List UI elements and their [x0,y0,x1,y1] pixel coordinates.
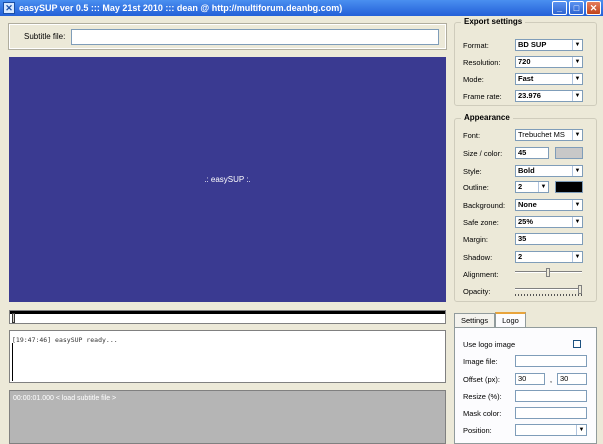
resize-input[interactable] [515,390,587,402]
opacity-slider[interactable] [515,285,582,297]
close-icon[interactable]: ✕ [586,1,601,15]
format-select[interactable]: BD SUP ▼ [515,39,583,51]
export-settings-legend: Export settings [461,17,526,26]
margin-input[interactable]: 35 [515,233,583,245]
style-select[interactable]: Bold ▼ [515,165,583,177]
chevron-down-icon[interactable]: ▼ [572,91,582,101]
opacity-slider-thumb[interactable] [578,285,582,294]
appearance-legend: Appearance [461,113,513,122]
minimize-icon[interactable]: _ [552,1,567,15]
window-title: easySUP ver 0.5 ::: May 21st 2010 ::: de… [19,3,343,13]
subtitle-file-input[interactable] [71,28,440,45]
mode-label: Mode: [463,74,484,84]
use-logo-checkbox[interactable] [573,340,581,348]
chevron-down-icon[interactable]: ▼ [572,200,582,210]
outline-select[interactable]: 2 ▼ [515,181,549,193]
background-label: Background: [463,200,506,210]
frame-rate-label: Frame rate: [463,91,502,101]
frame-rate-select[interactable]: 23.976 ▼ [515,90,583,102]
timeline-panel[interactable]: 00:00:01.000 < load subtitle file > [9,390,446,444]
outline-color-swatch[interactable] [555,181,583,193]
appearance-group: Appearance Font: Trebuchet MS ▼ Size / co… [454,113,597,302]
offset-x-input[interactable]: 30 [515,373,545,385]
chevron-down-icon[interactable]: ▼ [572,166,582,176]
image-file-label: Image file: [463,356,498,366]
position-label: Position: [463,425,492,435]
chevron-down-icon[interactable]: ▼ [572,130,582,140]
preview-text: .: easySUP :. [204,175,251,184]
offset-y-input[interactable]: 30 [557,373,587,385]
maximize-icon[interactable]: □ [569,1,584,15]
chevron-down-icon[interactable]: ▼ [572,252,582,262]
outline-label: Outline: [463,182,489,192]
alignment-label: Alignment: [463,269,499,279]
tab-settings[interactable]: Settings [454,313,496,327]
shadow-select[interactable]: 2 ▼ [515,251,583,263]
export-settings-group: Export settings Format: BD SUP ▼ Resoluti… [454,17,597,106]
subtitle-preview: .: easySUP :. [9,57,446,302]
resize-label: Resize (%): [463,391,502,401]
x-app-icon[interactable]: ✕ [3,2,15,14]
mode-select[interactable]: Fast ▼ [515,73,583,85]
chevron-down-icon[interactable]: ▼ [576,425,586,435]
chevron-down-icon[interactable]: ▼ [572,74,582,84]
safe-zone-select[interactable]: 25% ▼ [515,216,583,228]
chevron-down-icon[interactable]: ▼ [538,182,548,192]
log-console[interactable]: [19:47:46] easySUP ready... [9,330,446,383]
log-line: [19:47:46] easySUP ready... [12,336,118,344]
logo-tab-panel: Use logo image Image file: Offset (px): … [454,327,597,444]
resolution-select[interactable]: 720 ▼ [515,56,583,68]
alignment-slider[interactable] [515,268,582,280]
chevron-down-icon[interactable]: ▼ [572,40,582,50]
alignment-slider-thumb[interactable] [546,268,550,277]
mask-color-label: Mask color: [463,408,502,418]
resolution-label: Resolution: [463,57,501,67]
tab-logo[interactable]: Logo [495,312,526,327]
image-file-input[interactable] [515,355,587,367]
text-cursor [12,343,13,381]
timeline-text: 00:00:01.000 < load subtitle file > [13,395,117,402]
opacity-label: Opacity: [463,286,491,296]
settings-tabs: Settings Logo [454,312,526,327]
use-logo-label: Use logo image [463,339,516,349]
font-select[interactable]: Trebuchet MS ▼ [515,129,583,141]
shadow-label: Shadow: [463,252,493,262]
format-label: Format: [463,40,489,50]
seek-thumb[interactable] [12,313,15,323]
mask-color-input[interactable] [515,407,587,419]
style-label: Style: [463,166,482,176]
size-input[interactable]: 45 [515,147,549,159]
chevron-down-icon[interactable]: ▼ [572,57,582,67]
background-select[interactable]: None ▼ [515,199,583,211]
subtitle-file-panel: Subtitle file: [8,23,447,50]
safe-zone-label: Safe zone: [463,217,499,227]
offset-separator: , [549,374,553,384]
font-label: Font: [463,130,481,140]
chevron-down-icon[interactable]: ▼ [572,217,582,227]
offset-label: Offset (px): [463,374,500,384]
title-bar: ✕ easySUP ver 0.5 ::: May 21st 2010 ::: … [0,0,603,16]
subtitle-file-label: Subtitle file: [24,32,66,41]
margin-label: Margin: [463,234,489,244]
text-color-swatch[interactable] [555,147,583,159]
position-select[interactable]: ▼ [515,424,587,436]
seek-track [10,311,445,314]
size-color-label: Size / color: [463,148,503,158]
seek-slider[interactable] [9,310,446,324]
